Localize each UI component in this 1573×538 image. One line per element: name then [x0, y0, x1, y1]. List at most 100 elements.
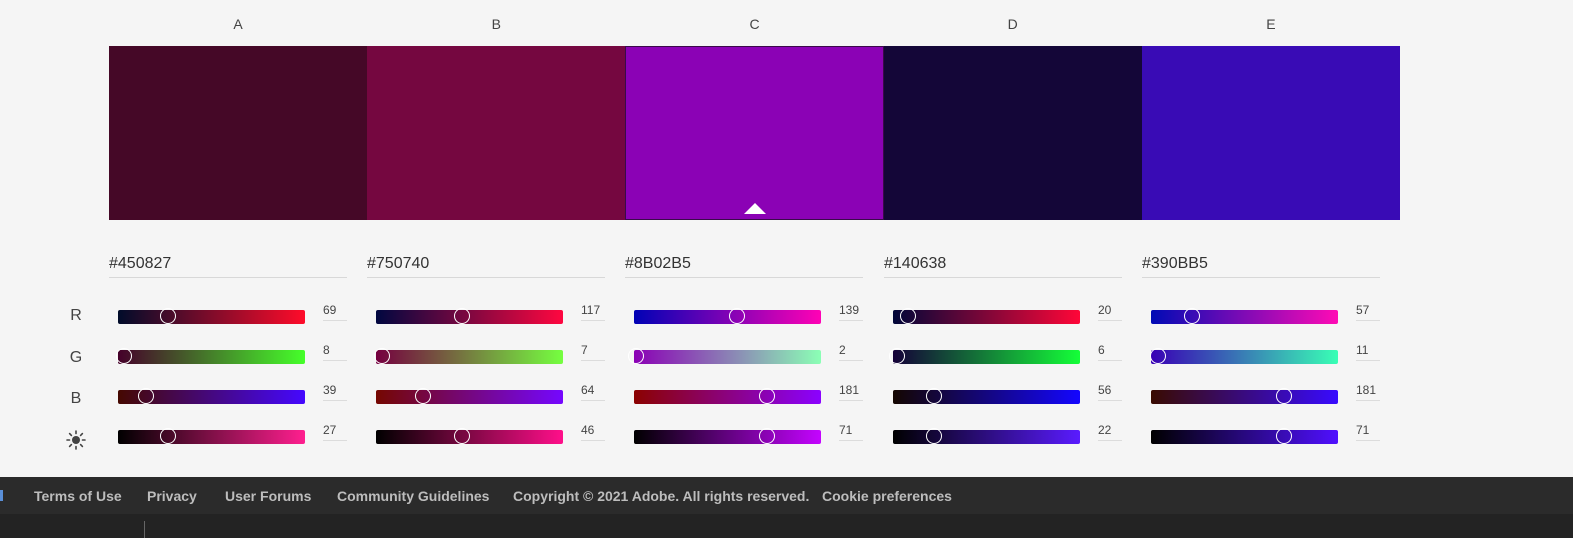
hex-input-c[interactable] — [625, 250, 863, 278]
swatch-c[interactable] — [625, 46, 884, 220]
column-label-b: B — [491, 16, 501, 32]
cookie-preferences-link[interactable]: Cookie preferences — [822, 488, 952, 504]
column-label-d: D — [1007, 16, 1018, 32]
brightness-slider-thumb-c[interactable] — [758, 428, 775, 444]
red-slider-a[interactable] — [118, 308, 305, 324]
color-swatches — [109, 46, 1401, 220]
sun-icon — [66, 430, 86, 450]
brightness-slider-c[interactable] — [634, 428, 821, 444]
blue-slider-row-a: 39 — [118, 383, 348, 406]
red-value-b[interactable]: 117 — [581, 302, 605, 321]
palette-column-labels: A B C D E — [109, 15, 1400, 35]
brightness-slider-e[interactable] — [1151, 428, 1338, 444]
green-value-d[interactable]: 6 — [1098, 342, 1122, 361]
brightness-value-d[interactable]: 22 — [1098, 422, 1122, 441]
green-slider-d[interactable] — [888, 348, 1080, 364]
brightness-slider-thumb-d[interactable] — [926, 428, 943, 444]
blue-slider-thumb-b[interactable] — [414, 388, 431, 404]
blue-slider-thumb-e[interactable] — [1275, 388, 1292, 404]
red-slider-b[interactable] — [376, 308, 563, 324]
red-slider-row-e: 57 — [1151, 303, 1381, 326]
blue-row-label: B — [70, 390, 82, 407]
blue-slider-b[interactable] — [376, 388, 563, 404]
hex-input-d[interactable] — [884, 250, 1122, 278]
blue-slider-row-c: 181 — [634, 383, 864, 406]
blue-slider-thumb-c[interactable] — [758, 388, 775, 404]
blue-slider-d[interactable] — [893, 388, 1080, 404]
swatch-b[interactable] — [367, 46, 626, 220]
green-row-label: G — [69, 349, 83, 366]
blue-slider-c[interactable] — [634, 388, 821, 404]
blue-value-c[interactable]: 181 — [839, 382, 863, 401]
red-slider-e[interactable] — [1151, 308, 1338, 324]
blue-slider-row-e: 181 — [1151, 383, 1381, 406]
brightness-slider-d[interactable] — [893, 428, 1080, 444]
privacy-link[interactable]: Privacy — [147, 488, 197, 504]
red-slider-row-d: 20 — [893, 303, 1123, 326]
green-slider-thumb-c[interactable] — [627, 348, 644, 364]
red-slider-c[interactable] — [634, 308, 821, 324]
red-slider-thumb-a[interactable] — [160, 308, 177, 324]
green-slider-c[interactable] — [627, 348, 821, 364]
green-value-b[interactable]: 7 — [581, 342, 605, 361]
green-slider-a[interactable] — [115, 348, 305, 364]
green-value-c[interactable]: 2 — [839, 342, 863, 361]
green-slider-row-e: 11 — [1150, 343, 1381, 366]
blue-slider-a[interactable] — [118, 388, 305, 404]
terms-of-use-link[interactable]: Terms of Use — [34, 488, 122, 504]
user-forums-link[interactable]: User Forums — [225, 488, 311, 504]
color-column-d: 20 6 56 22 — [884, 250, 1159, 460]
blue-value-e[interactable]: 181 — [1356, 382, 1380, 401]
community-guidelines-link[interactable]: Community Guidelines — [337, 488, 489, 504]
green-value-a[interactable]: 8 — [323, 342, 347, 361]
blue-value-a[interactable]: 39 — [323, 382, 347, 401]
red-value-c[interactable]: 139 — [839, 302, 863, 321]
green-slider-e[interactable] — [1150, 348, 1338, 364]
brightness-slider-a[interactable] — [118, 428, 305, 444]
blue-slider-thumb-a[interactable] — [138, 388, 155, 404]
brightness-slider-row-d: 22 — [893, 423, 1123, 446]
red-slider-thumb-c[interactable] — [728, 308, 745, 324]
hex-input-e[interactable] — [1142, 250, 1380, 278]
green-slider-thumb-d[interactable] — [888, 348, 905, 364]
footer-accent — [0, 490, 3, 501]
red-value-a[interactable]: 69 — [323, 302, 347, 321]
brightness-value-c[interactable]: 71 — [839, 422, 863, 441]
green-value-e[interactable]: 11 — [1356, 342, 1380, 361]
brightness-slider-thumb-e[interactable] — [1275, 428, 1292, 444]
red-slider-thumb-b[interactable] — [454, 308, 471, 324]
swatch-d[interactable] — [883, 46, 1142, 220]
blue-slider-row-b: 64 — [376, 383, 606, 406]
green-slider-row-a: 8 — [115, 343, 348, 366]
brightness-value-a[interactable]: 27 — [323, 422, 347, 441]
site-footer: Terms of Use Privacy User Forums Communi… — [0, 477, 1573, 514]
brightness-slider-thumb-a[interactable] — [160, 428, 177, 444]
red-value-e[interactable]: 57 — [1356, 302, 1380, 321]
brightness-slider-b[interactable] — [376, 428, 563, 444]
brightness-value-b[interactable]: 46 — [581, 422, 605, 441]
hex-input-b[interactable] — [367, 250, 605, 278]
swatch-e[interactable] — [1141, 46, 1401, 220]
brightness-value-e[interactable]: 71 — [1356, 422, 1380, 441]
red-slider-thumb-e[interactable] — [1184, 308, 1201, 324]
brightness-slider-row-a: 27 — [118, 423, 348, 446]
green-slider-row-b: 7 — [373, 343, 606, 366]
column-label-c: C — [749, 16, 760, 32]
blue-value-d[interactable]: 56 — [1098, 382, 1122, 401]
blue-slider-thumb-d[interactable] — [926, 388, 943, 404]
red-value-d[interactable]: 20 — [1098, 302, 1122, 321]
blue-slider-e[interactable] — [1151, 388, 1338, 404]
color-column-c: 139 2 181 71 — [625, 250, 900, 460]
red-slider-row-b: 117 — [376, 303, 606, 326]
hex-input-a[interactable] — [109, 250, 347, 278]
swatch-a[interactable] — [109, 46, 368, 220]
red-slider-d[interactable] — [893, 308, 1080, 324]
green-slider-thumb-e[interactable] — [1150, 348, 1167, 364]
brightness-slider-thumb-b[interactable] — [454, 428, 471, 444]
green-slider-b[interactable] — [373, 348, 563, 364]
blue-value-b[interactable]: 64 — [581, 382, 605, 401]
brightness-slider-row-e: 71 — [1151, 423, 1381, 446]
green-slider-thumb-a[interactable] — [115, 348, 132, 364]
green-slider-thumb-b[interactable] — [373, 348, 390, 364]
red-slider-thumb-d[interactable] — [899, 308, 916, 324]
